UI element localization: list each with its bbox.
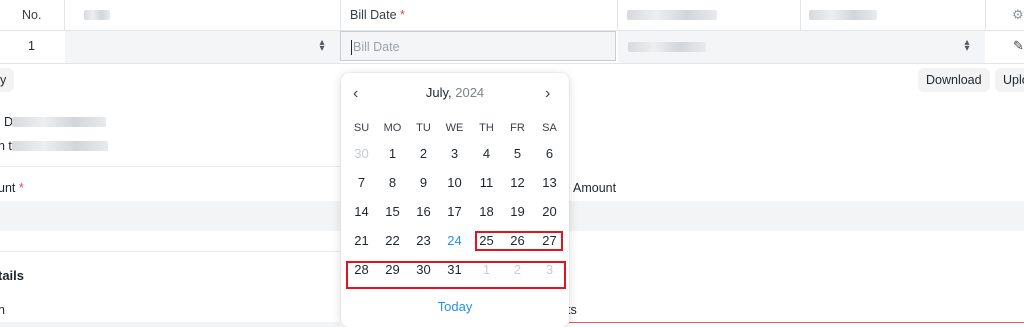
chevron-right-icon[interactable]: › bbox=[545, 85, 550, 103]
amount-label: unt * bbox=[0, 181, 24, 195]
highlight-box-week5 bbox=[346, 261, 566, 289]
required-asterisk: * bbox=[18, 181, 24, 195]
calendar-day[interactable]: 12 bbox=[502, 172, 533, 194]
gear-icon[interactable]: ⚙ bbox=[1012, 7, 1024, 23]
calendar-day[interactable]: 4 bbox=[471, 143, 502, 165]
calendar-day[interactable]: 18 bbox=[471, 201, 502, 223]
calendar-day[interactable]: 14 bbox=[346, 201, 377, 223]
blurred-column-header bbox=[84, 10, 110, 20]
amount-label-right: Amount bbox=[573, 181, 617, 195]
table-header-strip bbox=[0, 322, 340, 327]
amount-input-right[interactable] bbox=[569, 201, 1024, 231]
column-header-no: No. bbox=[22, 8, 42, 22]
partial-text: n t bbox=[0, 139, 12, 153]
blurred-column-header bbox=[809, 10, 877, 20]
weekday-label: SU bbox=[353, 122, 370, 134]
calendar-day[interactable]: 11 bbox=[471, 172, 502, 194]
blurred-column-header bbox=[627, 10, 717, 20]
calendar-day[interactable]: 10 bbox=[439, 172, 470, 194]
calendar-day[interactable]: 22 bbox=[377, 230, 408, 252]
calendar-day[interactable]: 5 bbox=[502, 143, 533, 165]
download-button[interactable]: Download bbox=[918, 68, 990, 92]
weekday-label: WE bbox=[445, 122, 464, 134]
bill-date-input[interactable]: Bill Date bbox=[340, 31, 616, 61]
weekday-label: TU bbox=[416, 122, 431, 134]
chevron-up-down-icon: ▴ ▾ bbox=[964, 37, 970, 54]
today-button[interactable]: Today bbox=[341, 299, 569, 314]
upload-button-label: Uplo bbox=[1003, 73, 1024, 87]
weekday-label: TH bbox=[479, 122, 494, 134]
calendar-day[interactable]: 3 bbox=[439, 143, 470, 165]
blurred-text bbox=[12, 141, 108, 151]
partial-button-label: y bbox=[0, 73, 7, 87]
calendar-day[interactable]: 16 bbox=[408, 201, 439, 223]
calendar-day[interactable]: 17 bbox=[439, 201, 470, 223]
calendar-day[interactable]: 21 bbox=[346, 230, 377, 252]
link-select-field[interactable]: ▴ ▾ bbox=[618, 31, 985, 63]
highlight-box-week4 bbox=[475, 231, 563, 251]
amount-input[interactable] bbox=[0, 201, 340, 231]
amount-label-text: unt bbox=[0, 181, 16, 195]
column-header-bill-date: Bill Date * bbox=[350, 8, 405, 22]
calendar-day[interactable]: 2 bbox=[408, 143, 439, 165]
calendar-day[interactable]: 13 bbox=[534, 172, 565, 194]
download-button-label: Download bbox=[926, 73, 982, 87]
section-divider bbox=[0, 166, 340, 167]
calendar-day[interactable]: 15 bbox=[377, 201, 408, 223]
bill-date-header-label: Bill Date bbox=[350, 8, 397, 22]
upload-button[interactable]: Uplo bbox=[995, 68, 1024, 92]
section-divider bbox=[0, 251, 340, 252]
column-divider bbox=[800, 0, 801, 30]
weekday-label: FR bbox=[510, 122, 525, 134]
calendar-day[interactable]: 6 bbox=[534, 143, 565, 165]
bill-date-placeholder: Bill Date bbox=[353, 40, 400, 54]
partial-text: n bbox=[0, 303, 5, 317]
calendar-day[interactable]: 24 bbox=[439, 230, 470, 252]
calendar-day[interactable]: 8 bbox=[377, 172, 408, 194]
calendar-day-outside-month[interactable]: 30 bbox=[346, 143, 377, 165]
calendar-day[interactable]: 7 bbox=[346, 172, 377, 194]
calendar-day[interactable]: 23 bbox=[408, 230, 439, 252]
required-asterisk: * bbox=[400, 8, 405, 22]
link-select-field[interactable]: ▴ ▾ bbox=[65, 31, 340, 63]
chevron-up-down-icon: ▴ ▾ bbox=[319, 37, 325, 54]
partial-button[interactable]: y bbox=[0, 68, 15, 92]
blurred-text bbox=[12, 117, 106, 127]
blurred-field-value bbox=[628, 42, 706, 52]
weekday-label: MO bbox=[383, 122, 402, 134]
calendar-day[interactable]: 19 bbox=[502, 201, 533, 223]
calendar-year: 2024 bbox=[455, 85, 485, 100]
section-heading: tails bbox=[0, 268, 25, 283]
error-underline bbox=[569, 322, 1024, 323]
weekday-label: SA bbox=[542, 122, 557, 134]
calendar-day[interactable]: 1 bbox=[377, 143, 408, 165]
row-number: 1 bbox=[28, 39, 35, 53]
calendar-day[interactable]: 20 bbox=[534, 201, 565, 223]
text-caret bbox=[351, 40, 352, 55]
pencil-icon[interactable]: ✎ bbox=[1013, 38, 1024, 54]
calendar-month: July, bbox=[425, 85, 452, 100]
calendar-day[interactable]: 9 bbox=[408, 172, 439, 194]
calendar-month-year: July, 2024 bbox=[341, 85, 569, 100]
